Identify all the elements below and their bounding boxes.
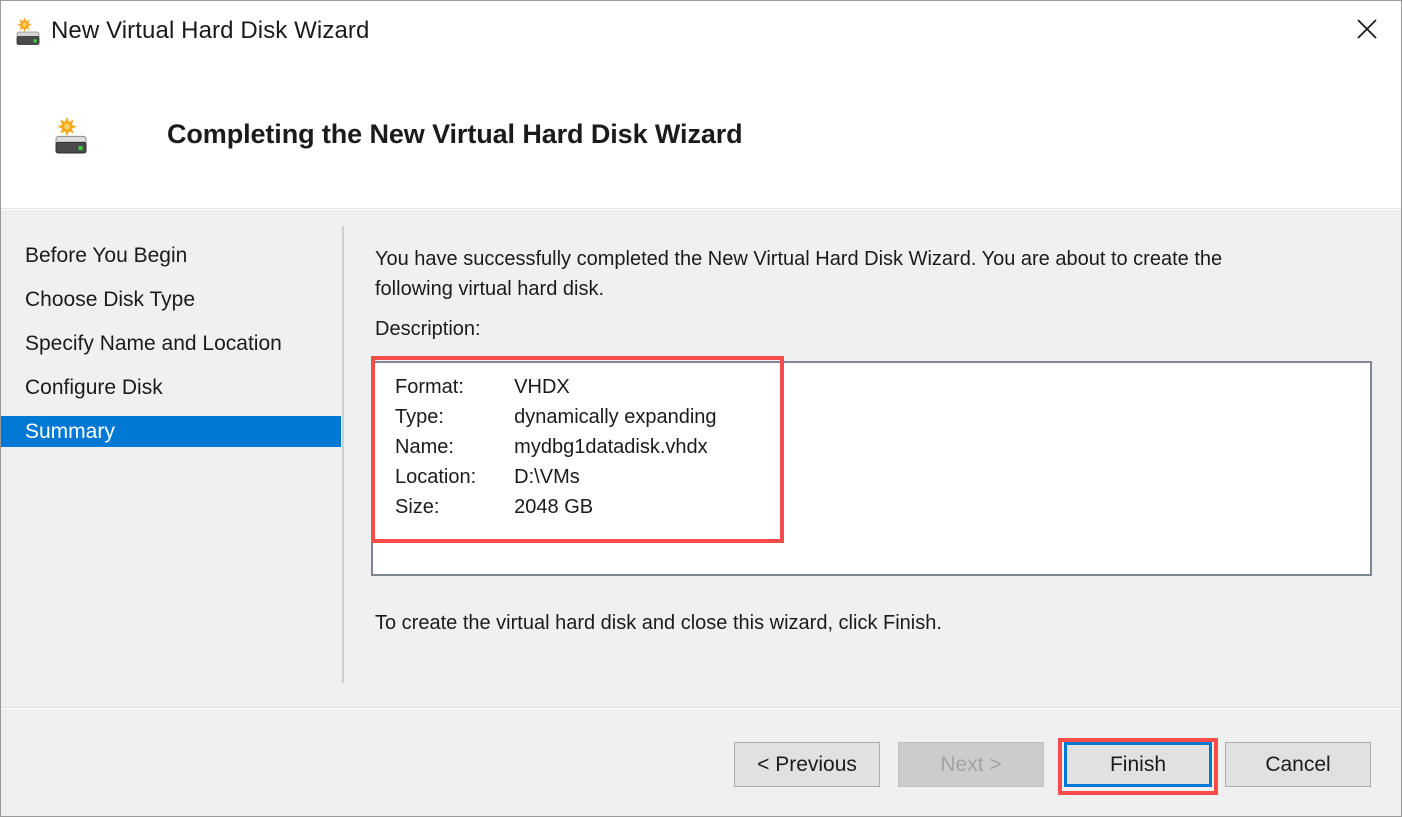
next-button-label: Next > (940, 753, 1001, 777)
cancel-button-label: Cancel (1265, 753, 1330, 777)
description-value: VHDX (514, 376, 716, 406)
description-key: Size: (395, 496, 514, 526)
description-value: dynamically expanding (514, 406, 716, 436)
wizard-body: Before You Begin Choose Disk Type Specif… (1, 210, 1401, 708)
table-row: Name: mydbg1datadisk.vhdx (395, 436, 717, 466)
table-row: Location: D:\VMs (395, 466, 717, 496)
sidebar-item-label: Choose Disk Type (1, 288, 195, 312)
sidebar-item-before-you-begin[interactable]: Before You Begin (1, 240, 341, 271)
description-key: Location: (395, 466, 514, 496)
sidebar-item-choose-disk-type[interactable]: Choose Disk Type (1, 284, 341, 315)
sidebar-item-configure-disk[interactable]: Configure Disk (1, 372, 341, 403)
sidebar-item-specify-name-and-location[interactable]: Specify Name and Location (1, 328, 341, 359)
title-bar: New Virtual Hard Disk Wizard (1, 1, 1401, 63)
wizard-content: You have successfully completed the New … (375, 210, 1401, 707)
sidebar-item-label: Before You Begin (1, 244, 187, 268)
page-title: Completing the New Virtual Hard Disk Wiz… (167, 119, 743, 150)
description-key: Format: (395, 376, 514, 406)
wizard-header: Completing the New Virtual Hard Disk Wiz… (1, 63, 1401, 209)
wizard-step-navigation: Before You Begin Choose Disk Type Specif… (1, 210, 343, 707)
previous-button[interactable]: < Previous (734, 742, 880, 787)
new-virtual-hard-disk-wizard-window: New Virtual Hard Disk Wizard Completing … (0, 0, 1402, 817)
description-label: Description: (375, 318, 481, 341)
previous-button-label: < Previous (757, 753, 857, 777)
description-textbox[interactable]: Format: VHDX Type: dynamically expanding… (371, 361, 1372, 576)
close-icon[interactable] (1343, 9, 1391, 49)
sidebar-item-summary[interactable]: Summary (1, 416, 341, 447)
description-key: Name: (395, 436, 514, 466)
description-table: Format: VHDX Type: dynamically expanding… (395, 376, 717, 526)
virtual-hard-disk-icon (50, 115, 92, 157)
finish-button[interactable]: Finish (1064, 742, 1212, 787)
description-value: 2048 GB (514, 496, 716, 526)
virtual-hard-disk-icon (12, 16, 44, 48)
sidebar-divider (342, 226, 344, 683)
description-value: D:\VMs (514, 466, 716, 496)
sidebar-item-label: Specify Name and Location (1, 332, 282, 356)
sidebar-item-label: Configure Disk (1, 376, 163, 400)
next-button: Next > (898, 742, 1044, 787)
window-title: New Virtual Hard Disk Wizard (51, 17, 369, 45)
sidebar-item-label: Summary (1, 420, 115, 444)
finish-instruction-text: To create the virtual hard disk and clos… (375, 612, 942, 635)
table-row: Type: dynamically expanding (395, 406, 717, 436)
description-key: Type: (395, 406, 514, 436)
table-row: Size: 2048 GB (395, 496, 717, 526)
table-row: Format: VHDX (395, 376, 717, 406)
description-value: mydbg1datadisk.vhdx (514, 436, 716, 466)
finish-button-label: Finish (1110, 753, 1166, 777)
cancel-button[interactable]: Cancel (1225, 742, 1371, 787)
intro-text: You have successfully completed the New … (375, 244, 1300, 304)
wizard-button-bar: < Previous Next > Finish Cancel (1, 709, 1401, 817)
